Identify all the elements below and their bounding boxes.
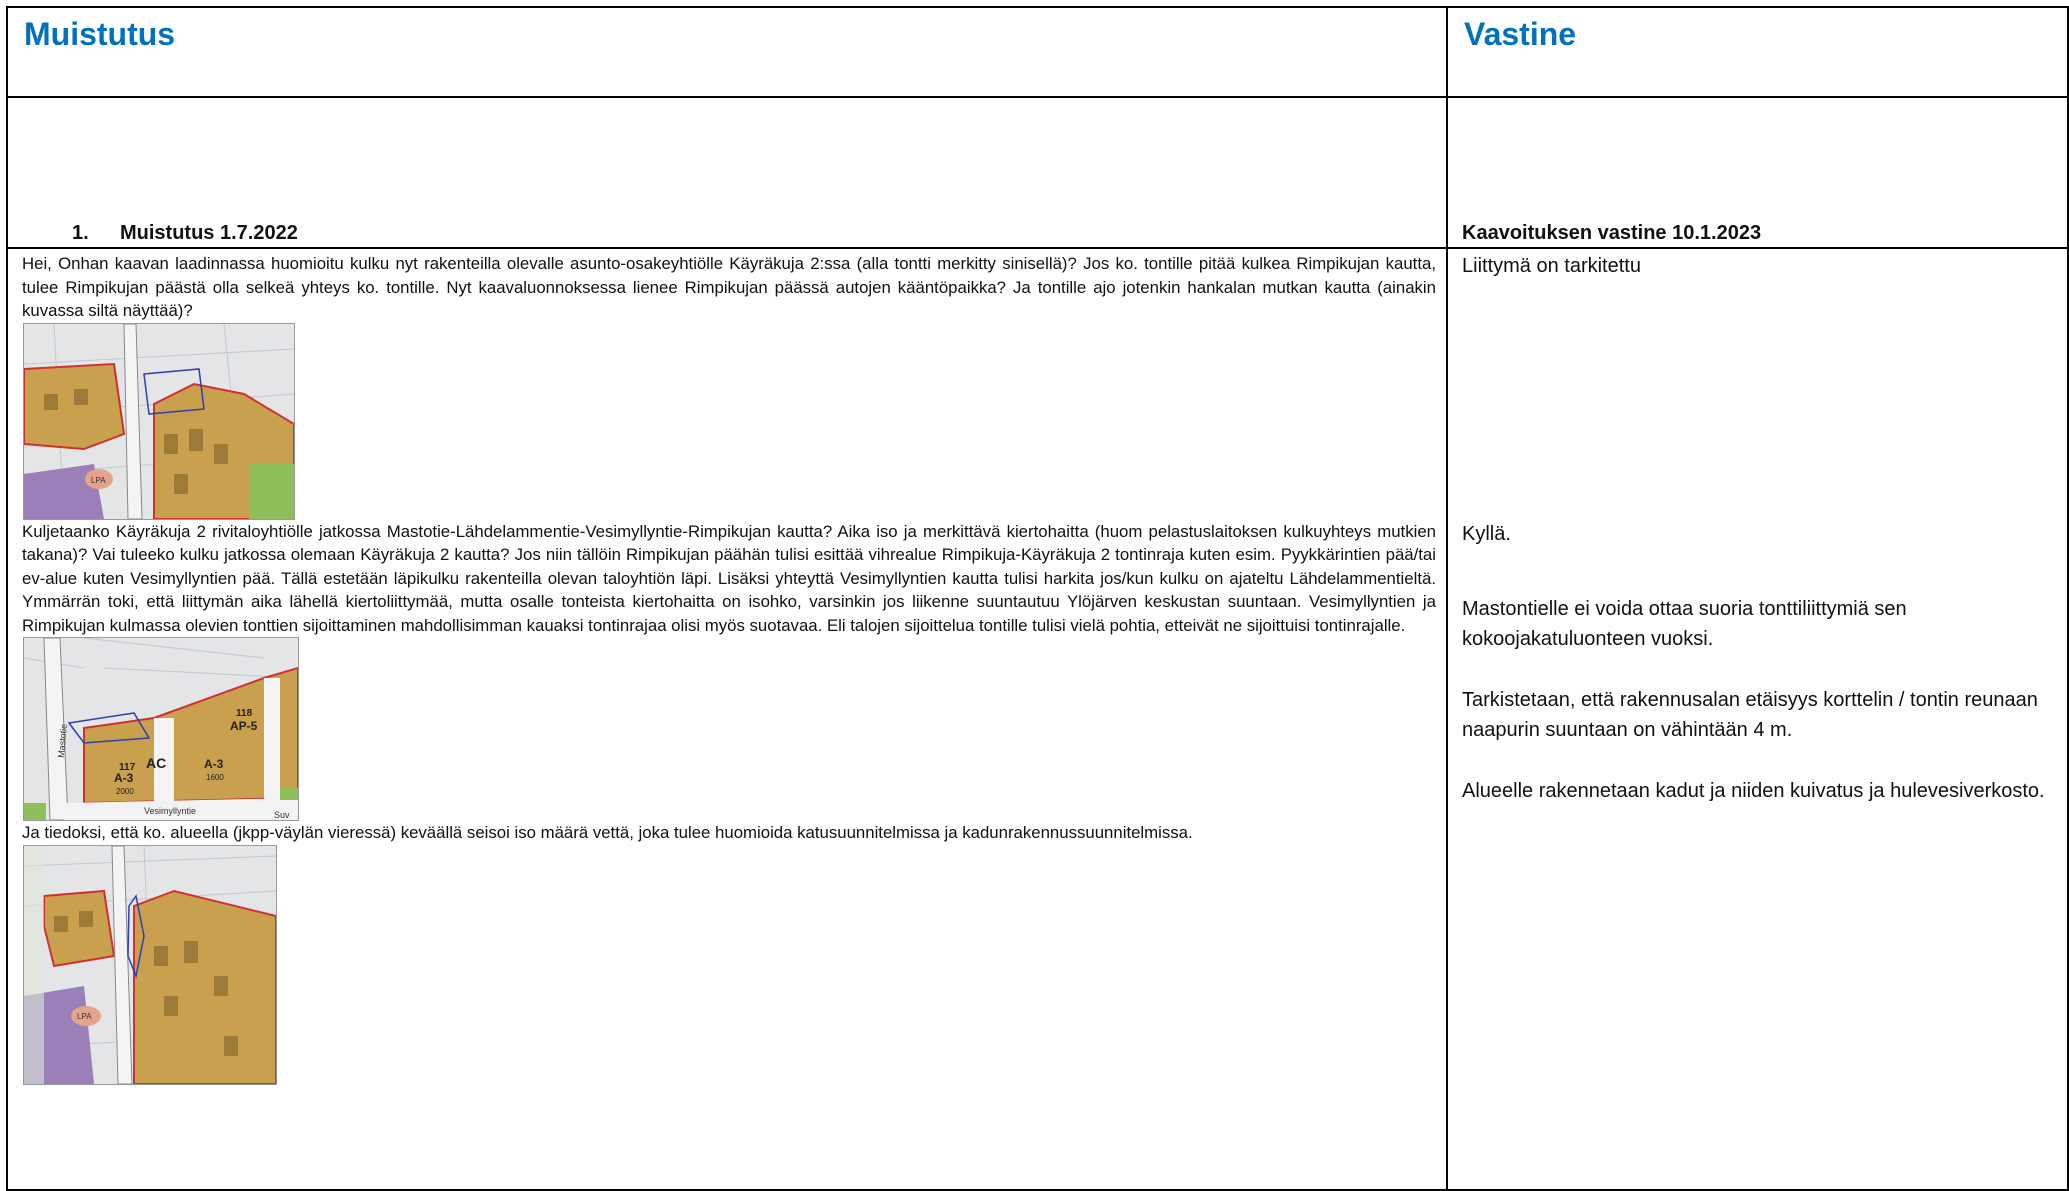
- comment-response-table: Muistutus Vastine 1. Muistutus 1.7.2022 K…: [6, 6, 2069, 1191]
- muistutus-body-cell: Hei, Onhan kaavan laadinnassa huomioitu …: [6, 247, 1448, 1191]
- plan-map-image-3: LPA: [23, 844, 277, 1085]
- vastine-response-2: Kyllä.: [1462, 523, 1511, 545]
- muistutus-heading: Muistutus: [24, 16, 176, 52]
- vastine-response-5: Alueelle rakennetaan kadut ja niiden kui…: [1462, 780, 2045, 802]
- vastine-body-cell: Liittymä on tarkitettu Kyllä. Mastontiel…: [1446, 247, 2069, 1191]
- header-cell-right: Vastine: [1446, 6, 2069, 98]
- map-label-a3-left: A-3: [114, 771, 134, 785]
- vastine-date-title: Kaavoituksen vastine 10.1.2023: [1462, 222, 1762, 244]
- subheader-cell-right: Kaavoituksen vastine 10.1.2023: [1446, 96, 2069, 249]
- header-cell-left: Muistutus: [6, 6, 1448, 98]
- map-label-118: 118: [236, 708, 253, 719]
- item-number: 1.: [72, 222, 89, 244]
- vastine-response-1: Liittymä on tarkitettu: [1462, 255, 1641, 277]
- map-label-2000: 2000: [116, 787, 134, 796]
- map-label-vesimyllyntie: Vesimyllyntie: [144, 806, 196, 816]
- subheader-cell-left: 1. Muistutus 1.7.2022: [6, 96, 1448, 249]
- muistutus-paragraph-3: Ja tiedoksi, että ko. alueella (jkpp-väy…: [22, 823, 1193, 842]
- map-label-a3-right: A-3: [204, 757, 224, 771]
- map-label-ap5: AP-5: [230, 719, 258, 733]
- vastine-heading: Vastine: [1464, 16, 1577, 52]
- map-label-1600: 1600: [206, 773, 224, 782]
- plan-map-image-1: LPA: [23, 322, 295, 520]
- muistutus-date-title: Muistutus 1.7.2022: [120, 222, 298, 244]
- map-label-suv: Suv: [274, 810, 290, 820]
- vastine-response-4: Tarkistetaan, että rakennusalan etäisyys…: [1462, 689, 2038, 741]
- map-label-lpa-3: LPA: [77, 1012, 92, 1021]
- map-label-ac: AC: [146, 755, 166, 771]
- vastine-response-3: Mastontielle ei voida ottaa suoria tontt…: [1462, 598, 1907, 650]
- plan-map-image-2: Mastotie 117 A-3 2000 AC A-3 1600 118 AP…: [23, 637, 299, 821]
- muistutus-paragraph-1: Hei, Onhan kaavan laadinnassa huomioitu …: [22, 254, 1436, 320]
- muistutus-paragraph-2: Kuljetaanko Käyräkuja 2 rivitaloyhtiölle…: [22, 521, 1436, 635]
- map-label-lpa: LPA: [91, 476, 106, 485]
